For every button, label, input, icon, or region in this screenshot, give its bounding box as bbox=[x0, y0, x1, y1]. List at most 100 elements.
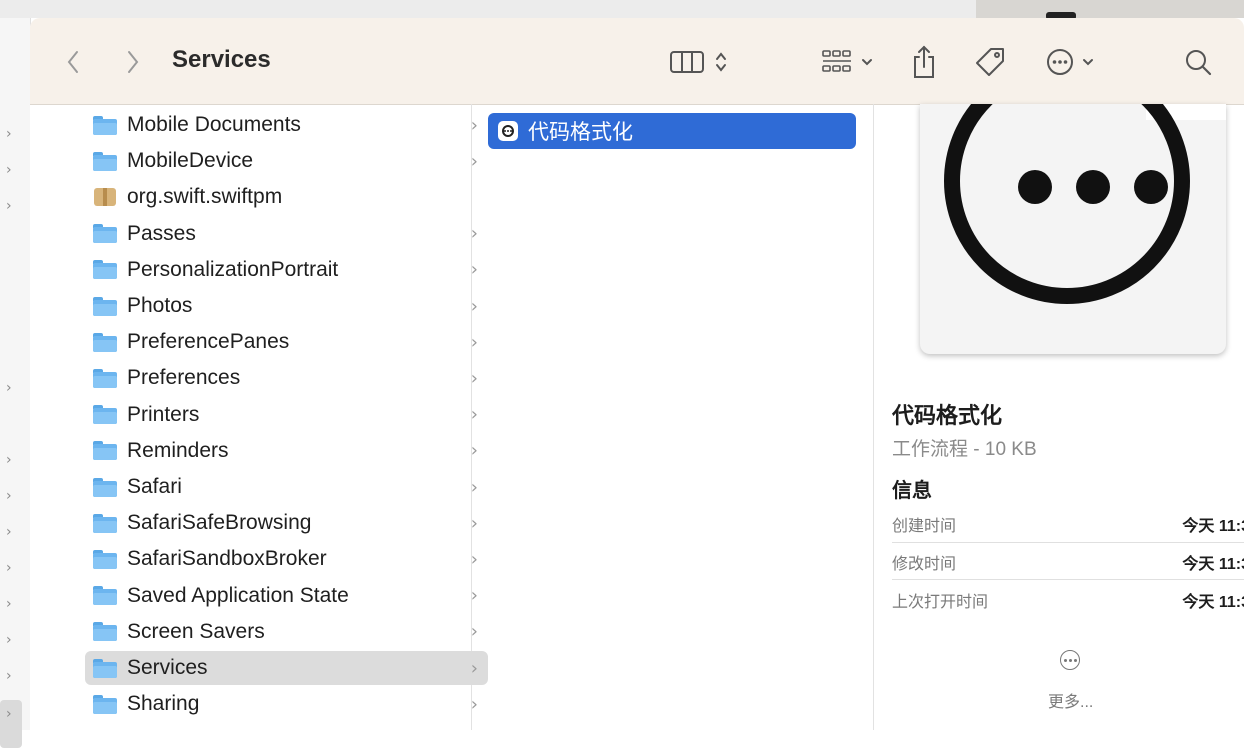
share-button[interactable] bbox=[906, 42, 942, 82]
folder-icon bbox=[93, 441, 117, 461]
more-actions-button[interactable] bbox=[1040, 46, 1100, 78]
column-view-icon bbox=[670, 51, 704, 73]
list-item-label: 代码格式化 bbox=[528, 121, 633, 144]
list-item-label: Mobile Documents bbox=[127, 113, 301, 136]
list-item-label: org.swift.swiftpm bbox=[127, 185, 283, 209]
folder-icon bbox=[93, 368, 117, 388]
list-item-label: SafariSafeBrowsing bbox=[127, 511, 312, 535]
chevron-up-down-icon bbox=[716, 52, 726, 72]
folder-icon bbox=[93, 586, 117, 606]
list-item-label: Passes bbox=[127, 221, 196, 245]
preview-file-name: 代码格式化 bbox=[892, 403, 1003, 428]
background-window-edge bbox=[976, 0, 1244, 18]
list-item[interactable]: Screen Savers › bbox=[85, 615, 488, 649]
list-item-label: SafariSandboxBroker bbox=[127, 547, 327, 571]
folder-icon bbox=[93, 513, 117, 533]
more-link[interactable]: 更多... bbox=[1048, 688, 1093, 712]
chevron-down-icon bbox=[1083, 59, 1093, 66]
finder-window: Services Mobile Documents › MobileDevice › o… bbox=[30, 18, 1244, 730]
list-item[interactable]: Sharing › bbox=[85, 687, 488, 721]
back-button[interactable] bbox=[58, 44, 88, 80]
list-item[interactable]: org.swift.swiftpm bbox=[85, 180, 488, 214]
folder-icon bbox=[93, 622, 117, 642]
tag-button[interactable] bbox=[970, 44, 1010, 80]
preview-pane: 代码格式化 工作流程 - 10 KB 信息 创建时间 今天 11:3 修改时间 … bbox=[874, 104, 1244, 730]
more-icon[interactable] bbox=[1060, 650, 1080, 670]
list-item[interactable]: Services › bbox=[85, 651, 488, 685]
workflow-preview-icon bbox=[920, 104, 1226, 354]
divider bbox=[892, 579, 1244, 580]
chevron-right-icon: › bbox=[6, 706, 12, 722]
tag-icon bbox=[976, 48, 1004, 76]
chevron-right-icon: › bbox=[6, 452, 12, 468]
toolbar: Services bbox=[30, 18, 1244, 105]
view-mode-button[interactable] bbox=[664, 46, 734, 78]
folder-icon bbox=[93, 296, 117, 316]
chevron-right-icon: › bbox=[6, 488, 12, 504]
list-item[interactable]: MobileDevice › bbox=[85, 144, 488, 178]
list-item-label: MobileDevice bbox=[127, 149, 254, 173]
list-item[interactable]: Saved Application State › bbox=[85, 579, 488, 613]
folder-icon bbox=[93, 224, 117, 244]
group-button[interactable] bbox=[814, 46, 880, 78]
folder-icon bbox=[93, 658, 117, 678]
chevron-right-icon: › bbox=[6, 596, 12, 612]
list-item-label: Safari bbox=[127, 475, 182, 498]
list-item-label: Screen Savers bbox=[127, 619, 265, 643]
chevron-right-icon: › bbox=[6, 126, 12, 142]
list-item[interactable]: Mobile Documents › bbox=[85, 108, 488, 142]
list-item-label: PersonalizationPortrait bbox=[127, 257, 339, 281]
list-item-workflow[interactable]: 代码格式化 bbox=[488, 113, 856, 149]
list-item[interactable]: Photos › bbox=[85, 289, 488, 323]
folder-icon bbox=[93, 332, 117, 352]
search-icon bbox=[1186, 50, 1212, 76]
list-item[interactable]: Safari › bbox=[85, 470, 488, 504]
folder-icon bbox=[93, 405, 117, 425]
chevron-right-icon: › bbox=[6, 632, 12, 648]
list-item-label: Saved Application State bbox=[127, 583, 349, 607]
created-value: 今天 11:3 bbox=[1182, 518, 1244, 535]
previous-column-edge: › › › › › › › › › › › › bbox=[0, 18, 31, 748]
folder-icon bbox=[93, 694, 117, 714]
list-item-label: Photos bbox=[127, 294, 193, 317]
forward-button[interactable] bbox=[118, 44, 148, 80]
window-title: Services bbox=[172, 46, 271, 73]
group-icon bbox=[822, 50, 851, 72]
chevron-right-icon: › bbox=[6, 162, 12, 178]
modified-value: 今天 11:3 bbox=[1182, 556, 1244, 573]
last-opened-label: 上次打开时间 bbox=[892, 594, 989, 611]
chevron-down-icon bbox=[862, 59, 872, 66]
folder-icon bbox=[93, 477, 117, 497]
folder-icon bbox=[93, 549, 117, 569]
chevron-right-icon: › bbox=[6, 560, 12, 576]
created-label: 创建时间 bbox=[892, 518, 957, 535]
previous-column-selection[interactable]: › bbox=[0, 700, 22, 748]
list-item-label: Preferences bbox=[127, 366, 241, 390]
list-item[interactable]: Passes › bbox=[85, 217, 488, 251]
list-item[interactable]: SafariSandboxBroker › bbox=[85, 542, 488, 576]
share-icon bbox=[914, 45, 934, 78]
info-heading: 信息 bbox=[892, 480, 932, 502]
list-item[interactable]: Printers › bbox=[85, 398, 488, 432]
list-item[interactable]: Reminders › bbox=[85, 434, 488, 468]
list-item[interactable]: Preferences › bbox=[85, 361, 488, 395]
list-item-label: Reminders bbox=[127, 438, 229, 462]
list-item-label: Services bbox=[127, 656, 208, 679]
folder-icon bbox=[93, 115, 117, 135]
list-item[interactable]: PersonalizationPortrait › bbox=[85, 253, 488, 287]
folder-icon bbox=[93, 260, 117, 280]
package-icon bbox=[94, 188, 116, 207]
chevron-right-icon: › bbox=[6, 198, 12, 214]
list-item-label: Sharing bbox=[127, 692, 200, 716]
modified-label: 修改时间 bbox=[892, 556, 957, 573]
workflow-icon bbox=[498, 121, 518, 141]
chevron-right-icon: › bbox=[6, 668, 12, 684]
chevron-left-icon bbox=[67, 51, 78, 73]
chevron-right-icon: › bbox=[6, 380, 12, 396]
list-item[interactable]: SafariSafeBrowsing › bbox=[85, 506, 488, 540]
chevron-right-icon bbox=[128, 51, 139, 73]
search-button[interactable] bbox=[1180, 44, 1216, 80]
services-column: 代码格式化 bbox=[472, 104, 874, 730]
list-item-label: Printers bbox=[127, 402, 200, 426]
list-item[interactable]: PreferencePanes › bbox=[85, 325, 488, 359]
